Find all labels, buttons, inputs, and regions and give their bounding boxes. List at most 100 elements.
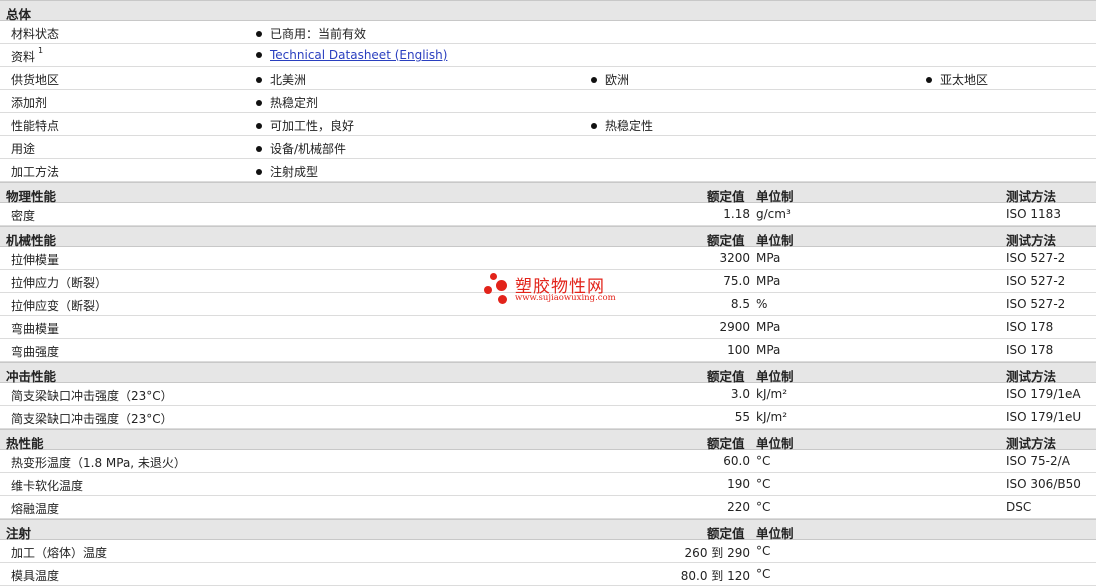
- property-value: 8.5: [730, 297, 750, 311]
- bullet-item: 热稳定性: [591, 117, 653, 134]
- row-label: 供货地区: [11, 73, 60, 87]
- section-thermal-header: 热性能 额定值 单位制 测试方法: [0, 429, 1096, 451]
- property-test-method: ISO 306/B50: [1006, 477, 1081, 491]
- row-region: 供货地区 北美洲 欧洲 亚太地区: [0, 67, 1096, 90]
- bullet-icon: [256, 99, 262, 106]
- property-unit: MPa: [756, 320, 781, 334]
- property-name: 弯曲强度: [11, 345, 60, 359]
- bullet-icon: [256, 30, 262, 37]
- row-features: 性能特点 可加工性，良好 热稳定性: [0, 113, 1096, 136]
- bullet-icon: [256, 51, 262, 58]
- property-name: 热变形温度（1.8 MPa, 未退火）: [11, 456, 186, 470]
- datasheet-link[interactable]: Technical Datasheet (English): [270, 48, 447, 62]
- property-unit: kJ/m²: [756, 387, 788, 401]
- row-material-status: 材料状态 已商用：当前有效: [0, 21, 1096, 44]
- logo-dot-icon: [484, 286, 492, 294]
- property-unit: °C: [756, 454, 771, 468]
- property-value: 2900: [719, 320, 750, 334]
- property-test-method: ISO 527-2: [1006, 251, 1066, 265]
- property-unit: °C: [756, 567, 771, 581]
- property-value: 1.18: [723, 207, 750, 221]
- property-value: 80.0 到 120: [680, 569, 750, 583]
- property-unit: kJ/m²: [756, 410, 788, 424]
- row-label: 用途: [11, 142, 36, 156]
- watermark-logo: 塑胶物性网 www.sujiaowuxing.com: [484, 272, 616, 308]
- property-row: 弯曲强度 100 MPa ISO 178: [0, 339, 1096, 362]
- bullet-icon: [256, 122, 262, 129]
- bullet-item: 北美洲: [256, 71, 306, 88]
- bullet-icon: [591, 122, 597, 129]
- watermark-url: www.sujiaowuxing.com: [515, 293, 616, 303]
- row-label: 性能特点: [11, 119, 60, 133]
- property-unit: %: [756, 297, 768, 311]
- property-value: 75.0: [723, 274, 750, 288]
- bullet-item: 欧洲: [591, 71, 629, 88]
- bullet-item: 热稳定剂: [256, 94, 318, 111]
- bullet-item: Technical Datasheet (English): [256, 48, 447, 62]
- property-name: 拉伸应变（断裂）: [11, 299, 108, 313]
- property-test-method: ISO 75-2/A: [1006, 454, 1070, 468]
- bullet-item: 注射成型: [256, 163, 318, 180]
- property-row: 拉伸模量 3200 MPa ISO 527-2: [0, 247, 1096, 270]
- property-row: 简支梁缺口冲击强度（23°C） 55 kJ/m² ISO 179/1eU: [0, 406, 1096, 429]
- property-value: 260 到 290: [684, 546, 750, 560]
- property-row: 简支梁缺口冲击强度（23°C） 3.0 kJ/m² ISO 179/1eA: [0, 383, 1096, 406]
- property-unit: °C: [756, 500, 771, 514]
- property-test-method: ISO 179/1eU: [1006, 410, 1082, 424]
- section-mechanical-header: 机械性能 额定值 单位制 测试方法: [0, 226, 1096, 248]
- property-value: 220: [727, 500, 750, 514]
- logo-dot-icon: [490, 273, 497, 280]
- footnote-marker: 1: [38, 46, 44, 55]
- property-name: 密度: [11, 209, 36, 223]
- property-row: 熔融温度 220 °C DSC: [0, 496, 1096, 519]
- property-unit: g/cm³: [756, 207, 791, 221]
- property-row: 密度 1.18 g/cm³ ISO 1183: [0, 203, 1096, 226]
- section-physical-header: 物理性能 额定值 单位制 测试方法: [0, 182, 1096, 204]
- bullet-item: 亚太地区: [926, 71, 988, 88]
- property-test-method: ISO 1183: [1006, 207, 1061, 221]
- row-uses: 用途 设备/机械部件: [0, 136, 1096, 159]
- row-processing-method: 加工方法 注射成型: [0, 159, 1096, 182]
- logo-dot-icon: [496, 280, 507, 291]
- bullet-item: 已商用：当前有效: [256, 25, 366, 42]
- property-row: 热变形温度（1.8 MPa, 未退火） 60.0 °C ISO 75-2/A: [0, 450, 1096, 473]
- property-test-method: ISO 178: [1006, 343, 1054, 357]
- property-row: 加工（熔体）温度 260 到 290 °C: [0, 540, 1096, 563]
- row-documents: 资料 1 Technical Datasheet (English): [0, 44, 1096, 67]
- bullet-icon: [926, 76, 932, 83]
- bullet-item: 设备/机械部件: [256, 140, 346, 157]
- property-name: 模具温度: [11, 569, 60, 583]
- property-name: 拉伸应力（断裂）: [11, 276, 108, 290]
- property-test-method: DSC: [1006, 500, 1032, 514]
- property-name: 加工（熔体）温度: [11, 546, 108, 560]
- property-row: 维卡软化温度 190 °C ISO 306/B50: [0, 473, 1096, 496]
- property-value: 190: [727, 477, 750, 491]
- logo-dot-icon: [498, 295, 507, 304]
- row-label: 加工方法: [11, 165, 60, 179]
- section-injection-header: 注射 额定值 单位制: [0, 519, 1096, 541]
- property-test-method: ISO 178: [1006, 320, 1054, 334]
- property-row: 模具温度 80.0 到 120 °C: [0, 563, 1096, 586]
- row-label: 材料状态: [11, 27, 60, 41]
- bullet-icon: [591, 76, 597, 83]
- property-value: 100: [727, 343, 750, 357]
- section-impact-header: 冲击性能 额定值 单位制 测试方法: [0, 362, 1096, 384]
- property-unit: MPa: [756, 343, 781, 357]
- property-test-method: ISO 179/1eA: [1006, 387, 1081, 401]
- property-unit: MPa: [756, 251, 781, 265]
- property-test-method: ISO 527-2: [1006, 274, 1066, 288]
- row-additive: 添加剂 热稳定剂: [0, 90, 1096, 113]
- property-row: 弯曲模量 2900 MPa ISO 178: [0, 316, 1096, 339]
- property-value: 3.0: [730, 387, 750, 401]
- property-name: 简支梁缺口冲击强度（23°C）: [11, 389, 173, 403]
- property-unit: °C: [756, 477, 771, 491]
- section-general-header: 总体: [0, 0, 1096, 22]
- property-value: 3200: [719, 251, 750, 265]
- bullet-item: 可加工性，良好: [256, 117, 354, 134]
- property-value: 60.0: [723, 454, 750, 468]
- property-name: 弯曲模量: [11, 322, 60, 336]
- property-name: 维卡软化温度: [11, 479, 84, 493]
- bullet-icon: [256, 145, 262, 152]
- property-name: 简支梁缺口冲击强度（23°C）: [11, 412, 173, 426]
- property-unit: MPa: [756, 274, 781, 288]
